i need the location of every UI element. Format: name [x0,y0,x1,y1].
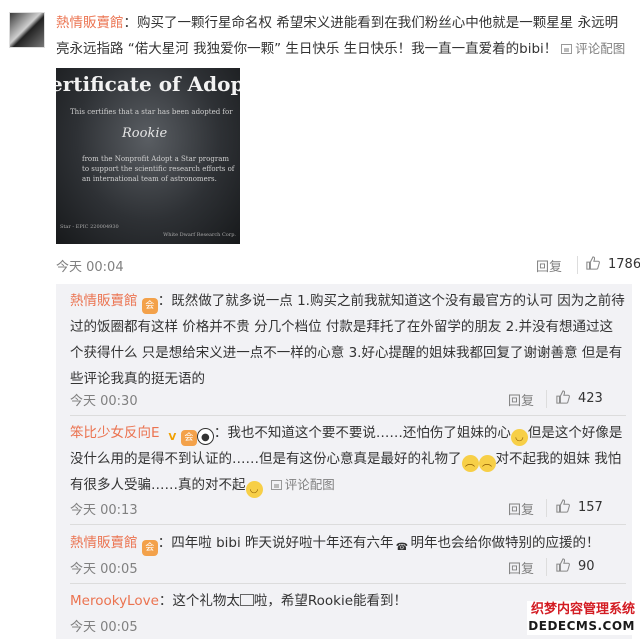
member-badge-icon: 会 [141,298,158,314]
like-button[interactable]: 90 [556,558,595,574]
reply-meta: 今天 00:30 回复 423 [70,390,626,409]
reply-time: 今天 00:05 [70,562,138,577]
main-comment-meta: 今天 00:04 回复 1786 [56,256,640,275]
main-comment-text: 熱情販賣館：购买了一颗行星命名权 希望宋义进能看到在我们粉丝心中他就是一颗星星 … [56,10,630,62]
thumb-up-icon [586,256,600,270]
watermark-line1: 织梦内容管理系统 [530,602,635,617]
main-like-count: 1786 [608,257,640,272]
sad-face-icon: ︵ [461,455,479,472]
reply-time: 今天 00:13 [70,503,138,518]
replies-panel: 熱情販賣館 会：既然做了就多说一点 1.购买之前我就知道这个没有最官方的认可 因… [56,284,632,639]
reply-body-2: 啦，希望Rookie能看到！ [253,593,408,609]
main-like-button[interactable]: 1786 [586,256,640,272]
unknown-emoji-icon [239,594,254,606]
reply-divider [70,415,626,416]
main-comment-body: ：购买了一颗行星命名权 希望宋义进能看到在我们粉丝心中他就是一颗星星 永远明亮永… [56,15,619,57]
reply-text: 熱情販賣館 会：四年啦 bibi 昨天说好啦十年还有六年 ☎ 明年也会给你做特别的应… [70,530,626,556]
thumb-up-icon [556,499,570,513]
like-count: 157 [578,500,603,515]
view-pics-link[interactable]: 评论配图 [270,477,335,492]
reply-divider [70,583,626,584]
view-pics-label: 评论配图 [575,41,626,56]
phone-icon: ☎ [395,542,409,553]
reply-body: ：四年啦 bibi 昨天说好啦十年还有六年 [157,535,394,551]
like-count: 90 [578,559,595,574]
reply-body: ：这个礼物太 [158,593,240,609]
crying-face-icon: ◡ [510,429,528,446]
main-reply-button[interactable]: 回复 [536,256,562,275]
reply-meta: 今天 00:05 回复 90 [70,558,626,577]
cert-name: Rookie [122,126,168,141]
cert-title: ertificate of Adopti [56,72,240,96]
main-comment-username[interactable]: 熱情販賣館 [56,15,124,31]
reply-username[interactable]: MerookyLove [70,593,159,609]
view-pics-label: 评论配图 [284,477,335,492]
picture-icon [561,44,573,54]
main-comment-time: 今天 00:04 [56,260,124,275]
reply-username[interactable]: 笨比少女反向E [70,425,160,441]
divider [546,390,547,408]
reply-body-2: 明年也会给你做特别的应援的！ [410,535,600,551]
divider [577,256,578,274]
reply-body: ：我也不知道这个要不要说……还怕伤了姐妹的心 [213,425,511,441]
reply-time: 今天 00:30 [70,394,138,409]
cert-line1: This certifies that a star has been adop… [70,108,233,116]
reply-button[interactable]: 回复 [508,499,534,518]
like-button[interactable]: 157 [556,499,603,515]
thumb-up-icon [556,390,570,404]
comment-image-certificate[interactable]: ertificate of Adopti This certifies that… [56,68,240,244]
watermark-line2: DEDECMS.COM [528,619,635,633]
member-badge-icon: 会 [180,430,197,446]
reply-button[interactable]: 回复 [508,558,534,577]
reply-text: 笨比少女反向E V 会 ● ：我也不知道这个要不要说……还怕伤了姐妹的心 ◡ 但是这个好像… [70,420,626,498]
view-pics-link[interactable]: 评论配图 [561,41,625,56]
crying-face-icon: ◡ [245,481,263,498]
like-count: 423 [578,391,603,406]
divider [546,499,547,517]
avatar[interactable] [9,12,45,48]
like-button[interactable]: 423 [556,390,603,406]
cert-foot: Star - EPIC 220004930 [60,224,119,230]
reply-username[interactable]: 熱情販賣館 [70,293,138,309]
watermark: 织梦内容管理系统 DEDECMS.COM [527,601,635,635]
sad-face-icon: ︵ [478,455,496,472]
thumb-up-icon [556,558,570,572]
picture-icon [270,480,282,490]
divider [546,558,547,576]
reply-divider [70,524,626,525]
cert-body: from the Nonprofit Adopt a Star program … [82,155,235,183]
cert-foot2: White Dwarf Research Corp. [163,232,236,238]
reply-meta: 今天 00:13 回复 157 [70,499,626,518]
panda-icon: ● [196,428,214,445]
reply-username[interactable]: 熱情販賣館 [70,535,138,551]
reply-time: 今天 00:05 [70,620,138,635]
reply-text: 熱情販賣館 会：既然做了就多说一点 1.购买之前我就知道这个没有最官方的认可 因… [70,288,626,392]
reply-button[interactable]: 回复 [508,390,534,409]
v-badge-icon: V [168,432,177,443]
member-badge-icon: 会 [141,540,158,556]
